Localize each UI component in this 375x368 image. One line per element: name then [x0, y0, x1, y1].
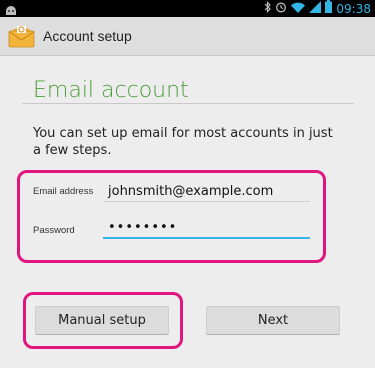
wifi-icon	[291, 0, 306, 18]
next-button[interactable]: Next	[206, 306, 340, 335]
alarm-icon	[275, 0, 287, 18]
bluetooth-icon	[264, 0, 272, 18]
page-title: Email account	[33, 78, 189, 103]
email-envelope-icon	[8, 24, 35, 53]
status-bar: 09:38	[0, 0, 375, 17]
action-bar: Account setup	[0, 17, 375, 56]
status-time: 09:38	[336, 1, 371, 16]
action-bar-title: Account setup	[43, 28, 132, 44]
battery-icon	[325, 0, 333, 18]
credentials-highlight	[17, 170, 326, 263]
manual-setup-highlight	[23, 292, 183, 349]
signal-icon	[309, 0, 322, 18]
intro-text: You can set up email for most accounts i…	[33, 126, 333, 158]
status-icons: 09:38	[264, 0, 371, 18]
heading-divider	[22, 103, 354, 104]
